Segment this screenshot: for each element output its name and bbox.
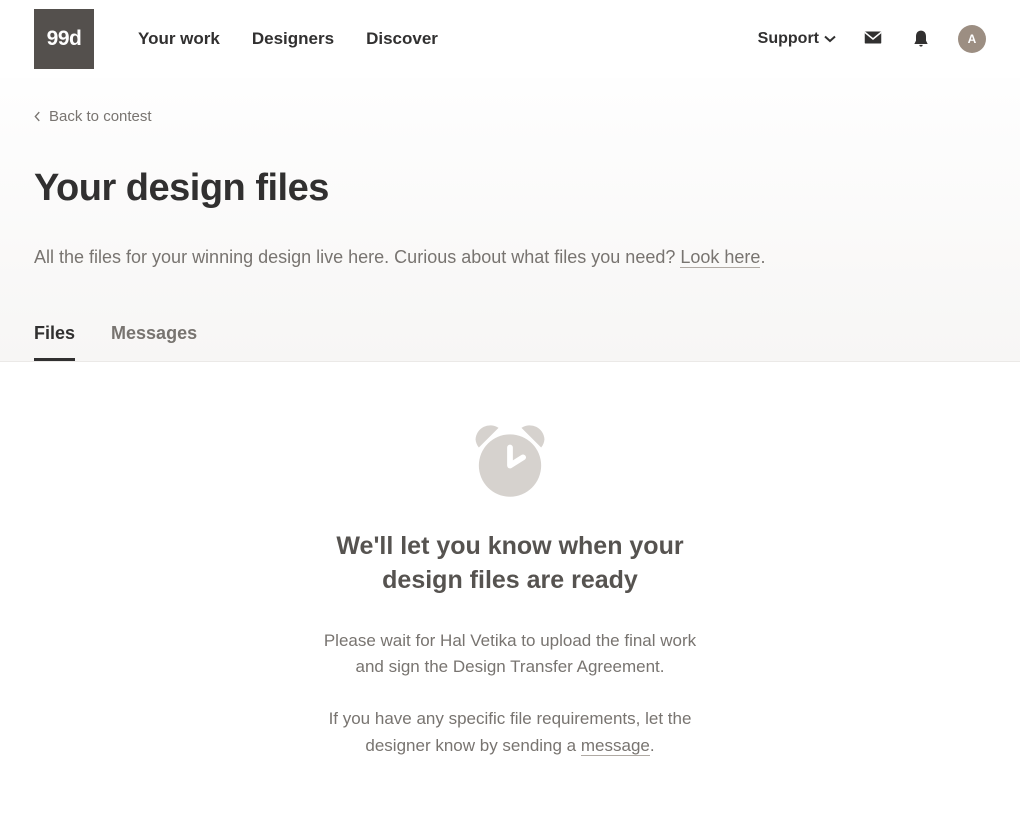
primary-nav: Your work Designers Discover — [138, 29, 758, 49]
back-to-contest-link[interactable]: Back to contest — [34, 108, 152, 125]
page-subtitle: All the files for your winning design li… — [34, 244, 986, 271]
send-message-link[interactable]: message — [581, 736, 650, 756]
empty-state-paragraph-1: Please wait for Hal Vetika to upload the… — [310, 628, 710, 681]
look-here-link[interactable]: Look here — [680, 247, 760, 268]
page-header: Back to contest Your design files All th… — [0, 78, 1020, 362]
avatar-initial: A — [968, 32, 977, 46]
chevron-down-icon — [824, 35, 836, 43]
page-title: Your design files — [34, 167, 986, 210]
chevron-left-icon — [34, 111, 41, 122]
subtitle-suffix: . — [760, 247, 765, 267]
nav-designers[interactable]: Designers — [252, 29, 334, 49]
tab-messages[interactable]: Messages — [111, 323, 197, 361]
subtitle-text: All the files for your winning design li… — [34, 247, 680, 267]
notifications-icon[interactable] — [910, 28, 932, 50]
content-tabs: Files Messages — [34, 323, 986, 361]
nav-your-work[interactable]: Your work — [138, 29, 220, 49]
support-dropdown[interactable]: Support — [758, 30, 836, 48]
empty-state-paragraph-2: If you have any specific file requiremen… — [310, 706, 710, 759]
brand-logo-text: 99d — [47, 27, 82, 51]
alarm-clock-icon — [469, 418, 551, 500]
top-nav: 99d Your work Designers Discover Support… — [0, 0, 1020, 78]
empty-state-heading: We'll let you know when your design file… — [310, 530, 710, 598]
tab-files[interactable]: Files — [34, 323, 75, 361]
support-label: Support — [758, 30, 819, 48]
avatar[interactable]: A — [958, 25, 986, 53]
empty-p2-suffix: . — [650, 736, 655, 755]
back-link-label: Back to contest — [49, 108, 152, 125]
utility-nav: Support A — [758, 25, 986, 53]
brand-logo[interactable]: 99d — [34, 9, 94, 69]
nav-discover[interactable]: Discover — [366, 29, 438, 49]
messages-icon[interactable] — [862, 28, 884, 50]
main-content: We'll let you know when your design file… — [0, 362, 1020, 815]
